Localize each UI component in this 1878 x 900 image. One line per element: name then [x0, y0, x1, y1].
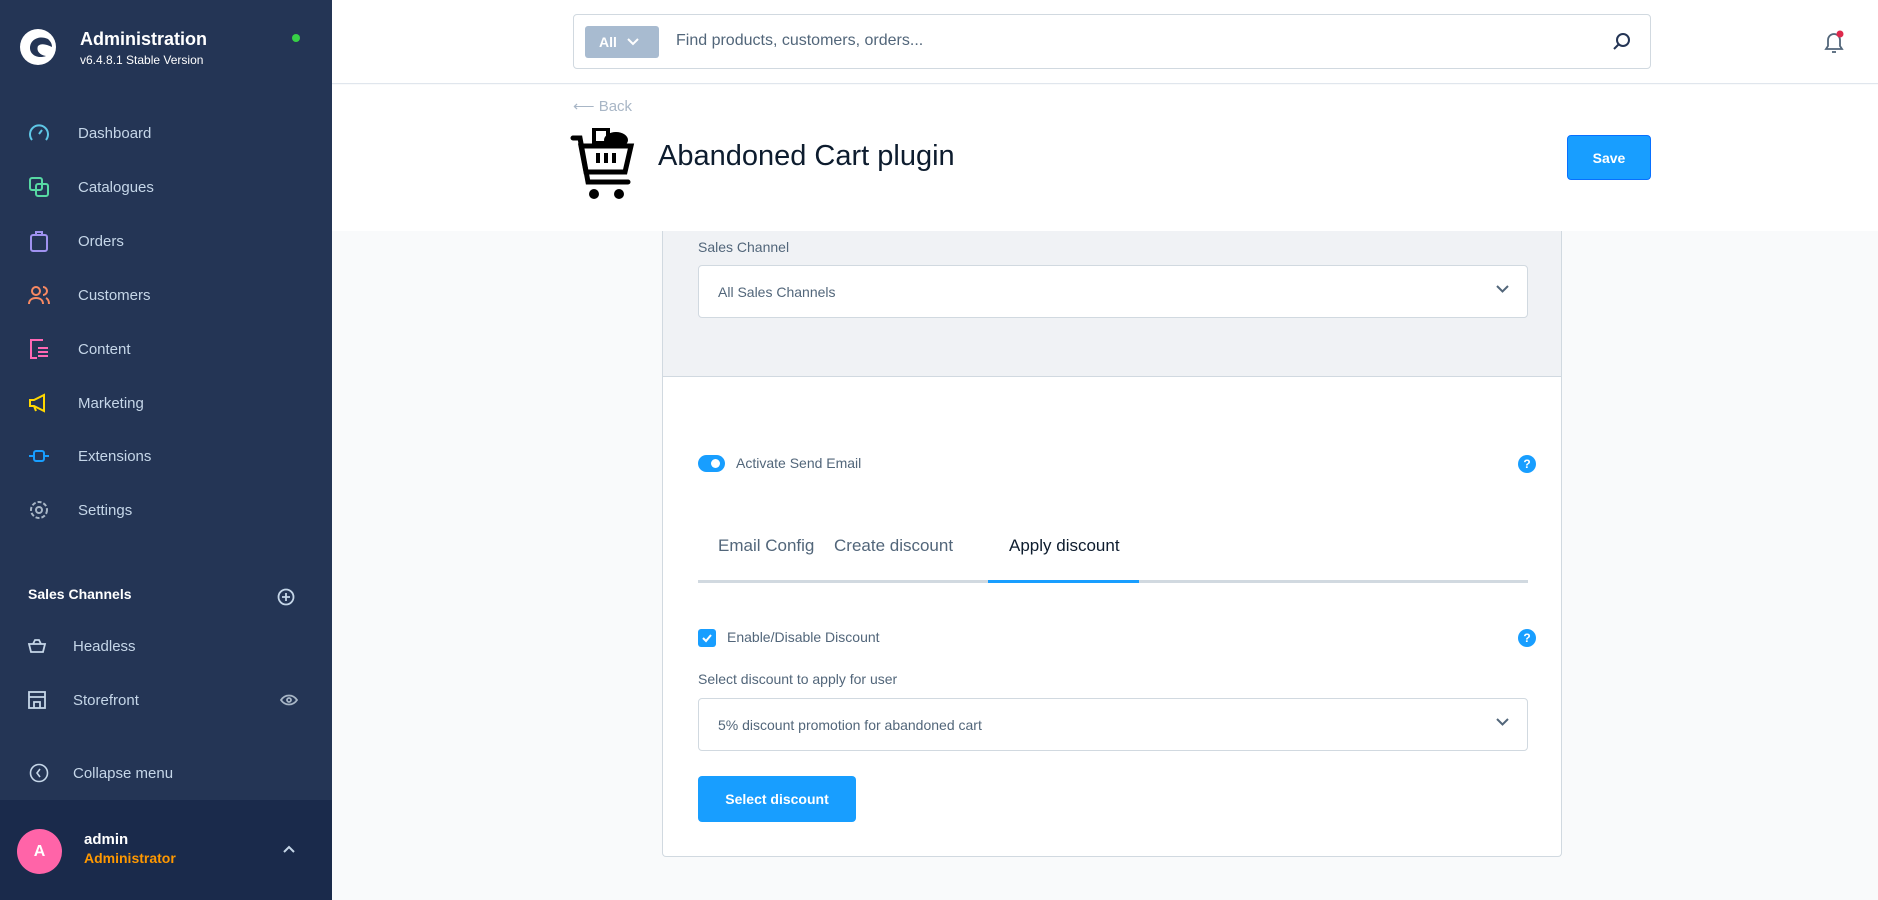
- gauge-icon: [29, 124, 49, 141]
- add-sales-channel-icon[interactable]: [277, 588, 295, 606]
- sidebar-item-label: Customers: [78, 286, 151, 304]
- check-icon: [702, 634, 712, 643]
- back-link[interactable]: ⟵ Back: [573, 97, 632, 115]
- sidebar-item-label: Content: [78, 340, 131, 358]
- enable-discount-label: Enable/Disable Discount: [727, 629, 880, 645]
- select-discount-button[interactable]: Select discount: [698, 776, 856, 822]
- content-icon: [30, 339, 48, 359]
- discount-select-label: Select discount to apply for user: [698, 671, 898, 687]
- search-icon[interactable]: [1612, 32, 1632, 52]
- sidebar-item-label: Headless: [73, 637, 136, 655]
- tab-apply-discount[interactable]: Apply discount: [1009, 536, 1120, 556]
- chevron-down-icon: [627, 38, 639, 46]
- sidebar-item-orders[interactable]: Orders: [0, 221, 332, 261]
- sales-channel-value: All Sales Channels: [718, 283, 836, 300]
- back-label: Back: [598, 98, 633, 115]
- sidebar-item-settings[interactable]: Settings: [0, 490, 332, 530]
- sales-channel-storefront[interactable]: Storefront: [0, 680, 332, 720]
- activate-send-email-toggle[interactable]: [698, 455, 725, 472]
- active-tab-indicator: [988, 580, 1139, 583]
- sales-channel-select[interactable]: All Sales Channels: [698, 265, 1528, 318]
- enable-discount-checkbox[interactable]: [698, 629, 716, 647]
- search-input[interactable]: Find products, customers, orders...: [676, 32, 923, 50]
- help-icon[interactable]: ?: [1518, 455, 1536, 473]
- arrow-left-icon: ⟵: [573, 98, 595, 115]
- sidebar-item-label: Dashboard: [78, 124, 152, 142]
- sales-channel-label: Sales Channel: [698, 239, 790, 255]
- config-card: Sales Channel All Sales Channels Activat…: [662, 231, 1562, 857]
- save-button[interactable]: Save: [1567, 135, 1651, 180]
- sidebar-item-label: Settings: [78, 501, 133, 519]
- sidebar-item-label: Extensions: [78, 447, 152, 465]
- app-version: v6.4.8.1 Stable Version: [80, 53, 204, 67]
- search-scope-select[interactable]: All: [585, 26, 659, 58]
- app-title: Administration: [80, 29, 208, 49]
- avatar: A: [17, 829, 62, 874]
- sidebar-item-content[interactable]: Content: [0, 329, 332, 369]
- megaphone-icon: [29, 393, 45, 413]
- help-icon[interactable]: ?: [1518, 629, 1536, 647]
- chevron-left-circle-icon: [29, 763, 49, 783]
- plug-icon: [29, 450, 49, 462]
- sidebar-item-label: Catalogues: [78, 178, 154, 196]
- users-icon: [28, 286, 50, 305]
- tab-email-config[interactable]: Email Config: [718, 536, 814, 556]
- sidebar: Administration v6.4.8.1 Stable Version D…: [0, 0, 332, 900]
- sidebar-item-label: Storefront: [73, 691, 139, 709]
- search-scope-label: All: [599, 34, 617, 50]
- tabs: Email Config Create discount Apply disco…: [698, 531, 1528, 583]
- user-role: Administrator: [84, 850, 176, 866]
- sidebar-item-dashboard[interactable]: Dashboard: [0, 113, 332, 153]
- basket-icon: [27, 639, 47, 653]
- gear-icon: [30, 501, 48, 519]
- search-bar[interactable]: All Find products, customers, orders...: [573, 14, 1651, 69]
- chevron-down-icon: [1496, 285, 1509, 293]
- chevron-down-icon: [1496, 718, 1509, 726]
- storefront-icon: [28, 691, 46, 709]
- bag-icon: [30, 231, 48, 252]
- discount-value: 5% discount promotion for abandoned cart: [718, 716, 982, 733]
- sales-channel-headless[interactable]: Headless: [0, 626, 332, 666]
- eye-icon[interactable]: [280, 694, 298, 706]
- shopware-logo-icon: [20, 29, 56, 65]
- sidebar-item-customers[interactable]: Customers: [0, 275, 332, 315]
- catalogue-icon: [29, 177, 49, 197]
- collapse-menu-label: Collapse menu: [73, 764, 174, 782]
- sidebar-item-label: Marketing: [78, 394, 144, 412]
- activate-send-email-label: Activate Send Email: [736, 455, 862, 471]
- sidebar-item-label: Orders: [78, 232, 124, 250]
- sidebar-item-catalogues[interactable]: Catalogues: [0, 167, 332, 207]
- status-dot: [292, 34, 300, 42]
- page-title: Abandoned Cart plugin: [658, 140, 955, 172]
- chevron-up-icon[interactable]: [282, 845, 296, 854]
- sales-channel-section: Sales Channel All Sales Channels: [663, 231, 1561, 377]
- collapse-menu-button[interactable]: Collapse menu: [0, 753, 332, 793]
- discount-select[interactable]: 5% discount promotion for abandoned cart: [698, 698, 1528, 751]
- sidebar-item-extensions[interactable]: Extensions: [0, 436, 332, 476]
- tab-create-discount[interactable]: Create discount: [834, 536, 953, 556]
- cart-plugin-icon: [570, 128, 635, 199]
- user-name: admin: [84, 831, 129, 848]
- bell-icon[interactable]: [1822, 30, 1846, 56]
- sidebar-item-marketing[interactable]: Marketing: [0, 383, 332, 423]
- sales-channels-title: Sales Channels: [28, 586, 132, 602]
